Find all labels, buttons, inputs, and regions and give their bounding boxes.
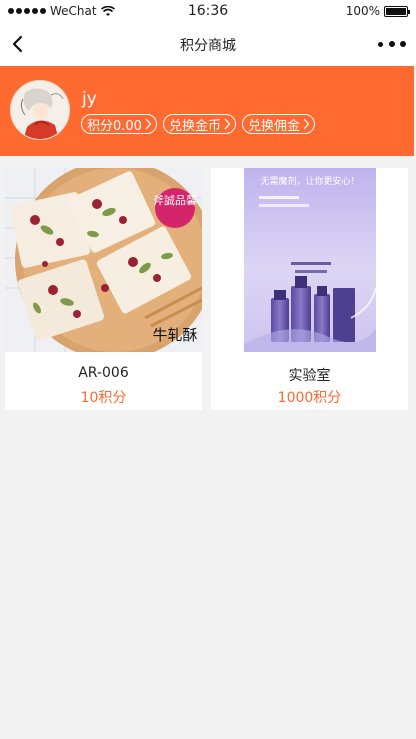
more-dot-icon [388, 41, 395, 47]
stamp-text: 斧誠品馨 [153, 193, 197, 207]
product-card[interactable]: 斧誠品馨 牛轧酥 AR-006 10积分 [5, 168, 202, 410]
avatar[interactable] [10, 80, 70, 140]
more-dot-icon [400, 41, 406, 47]
points-balance-chip[interactable]: 积分0.00 [81, 114, 157, 134]
page-title: 积分商城 [180, 38, 236, 54]
avatar-illustration-icon [11, 81, 69, 139]
more-dot-icon [378, 41, 383, 47]
chevron-right-icon [145, 118, 152, 130]
exchange-commission-chip[interactable]: 兑换佣金 [241, 114, 315, 134]
product-grid: 斧誠品馨 牛轧酥 AR-006 10积分 无需魔剂，让你更安心！ 实验室 100… [5, 168, 409, 410]
nougat-photo-icon: 斧誠品馨 牛轧酥 [5, 168, 202, 352]
product-name: AR-006 [78, 365, 129, 381]
image-headline: 无需魔剂，让你更安心！ [260, 175, 359, 187]
exchange-coins-chip[interactable]: 兑换金币 [162, 114, 236, 134]
product-name: 实验室 [288, 368, 331, 384]
points-actions: 积分0.00 兑换金币 兑换佣金 [81, 114, 315, 134]
product-image-nougat: 斧誠品馨 牛轧酥 [5, 168, 202, 352]
chevron-right-icon [303, 118, 310, 130]
chevron-right-icon [224, 118, 231, 130]
battery-percent: 100% [345, 4, 380, 18]
navigation-bar: 积分商城 [0, 24, 416, 66]
product-price: 1000积分 [277, 390, 342, 406]
more-options-button[interactable] [378, 32, 406, 56]
chip-label: 兑换佣金 [247, 118, 300, 134]
chip-label: 积分0.00 [87, 118, 142, 134]
skincare-photo-icon: 无需魔剂，让你更安心！ [211, 168, 408, 352]
battery-icon [384, 5, 410, 17]
profile-header: jy 积分0.00 兑换金币 兑换佣金 [0, 66, 414, 156]
image-caption: 牛轧酥 [152, 326, 197, 344]
product-price: 10积分 [80, 390, 127, 406]
status-right: 100% [345, 4, 410, 18]
status-bar: WeChat 16:36 100% [0, 0, 416, 24]
chip-label: 兑换金币 [168, 118, 221, 134]
product-image-skincare: 无需魔剂，让你更安心！ [211, 168, 408, 352]
product-card[interactable]: 无需魔剂，让你更安心！ 实验室 1000积分 [211, 168, 408, 410]
username: jy [82, 89, 97, 109]
